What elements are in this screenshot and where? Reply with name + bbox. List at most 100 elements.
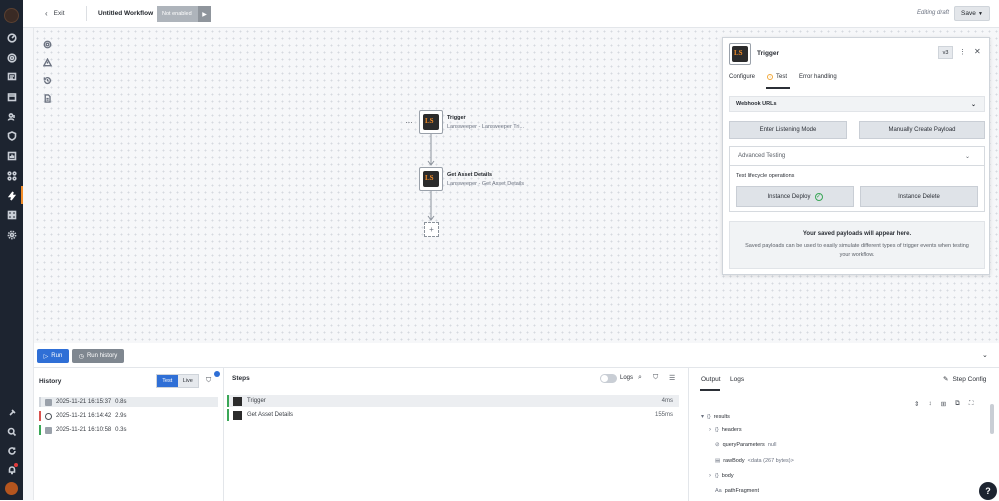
active-tab-indicator [700,389,720,391]
workflow-icon [45,426,52,434]
tree-node-headers[interactable]: ›{} headers [709,427,742,433]
step-row[interactable]: Trigger 4ms [227,395,679,407]
version-selector[interactable]: v3 [938,46,953,59]
app-sidebar [0,0,23,500]
test-live-toggle: Test Live [156,374,199,388]
active-tab-indicator [766,87,790,89]
workflow-title[interactable]: Untitled Workflow [98,10,153,17]
exit-button[interactable]: ‹ Exit [45,9,65,18]
instance-deploy-button[interactable]: Instance Deploy ✓ [736,186,854,207]
steps-panel: Steps Logs ⌕ ⛉ ☰ Trigger 4ms Get Asset D… [224,368,689,501]
chevron-down-icon: ⌄ [964,153,970,160]
settings-icon[interactable] [5,228,18,241]
run-history-button[interactable]: ◷ Run history [72,349,124,363]
editing-status: Editing draft [917,10,950,16]
expand-all-icon[interactable]: ↕ [928,400,931,408]
step-row[interactable]: Get Asset Details 155ms [227,409,679,421]
live-toggle[interactable]: Live [177,375,198,387]
logs-toggle-switch[interactable] [600,374,617,383]
shield-icon[interactable] [5,129,18,142]
history-row[interactable]: 2025-11-21 16:10:58 0.3s [39,425,218,435]
tab-configure[interactable]: Configure [729,74,755,80]
node-more-icon[interactable]: … [405,116,413,125]
tab-output[interactable]: Output [701,376,721,383]
add-step-button[interactable]: + [424,222,439,237]
scrollbar[interactable] [990,404,994,434]
enter-listening-mode-button[interactable]: Enter Listening Mode [729,121,847,139]
messages-icon[interactable] [5,70,18,83]
test-toggle[interactable]: Test [157,375,178,387]
get-asset-details-node[interactable]: Get Asset Details Lansweeper - Get Asset… [419,167,539,193]
calendar-icon[interactable] [5,90,18,103]
settings-tool-icon[interactable] [43,40,53,50]
save-button[interactable]: Save ▼ [954,6,990,21]
tab-test[interactable]: ! Test [767,74,787,80]
apps-icon[interactable] [5,208,18,221]
pin-icon[interactable] [5,406,18,419]
tree-node-results[interactable]: ▾{} results [701,413,730,421]
tree-node-raw-body[interactable]: ▤ rawBody <data (267 bytes)> [709,458,794,464]
logs-toggle-label: Logs [620,375,634,381]
integrations-icon[interactable] [5,169,18,182]
users-icon[interactable] [5,110,18,123]
collapse-chevron-icon[interactable]: ⌄ [982,351,988,359]
instance-delete-button[interactable]: Instance Delete [860,186,978,207]
step-config-button[interactable]: ✎ Step Config [943,375,986,384]
collapse-all-icon[interactable]: ⇕ [914,400,919,408]
list-view-icon[interactable]: ☰ [669,374,675,382]
back-arrow-icon: ‹ [45,9,48,18]
filter-icon[interactable]: ⛉ [653,374,658,382]
warning-circle-icon: ! [767,74,773,80]
tree-node-path-fragment[interactable]: Aa pathFragment [709,488,759,494]
lansweeper-logo-icon [419,110,443,134]
tab-logs[interactable]: Logs [730,376,744,383]
saved-payloads-empty-state: Your saved payloads will appear here. Sa… [729,221,985,269]
fullscreen-icon[interactable]: ⛶ [969,400,974,408]
automation-icon[interactable] [5,189,18,202]
tree-node-query-parameters[interactable]: ⊘ queryParameters null [709,442,776,448]
webhook-urls-section[interactable]: Webhook URLs ⌄ [729,96,985,112]
chevron-down-icon[interactable]: ▼ [978,11,983,17]
history-row[interactable]: 2025-11-21 16:14:42 2.9s [39,411,218,421]
clock-icon: ◷ [78,353,84,360]
copy-icon[interactable]: ⧉ [955,400,960,408]
enable-toggle-icon[interactable]: ▶ [198,6,211,22]
panel-menu-icon[interactable]: ⋮ [959,48,966,56]
monitor-icon[interactable] [5,51,18,64]
close-icon[interactable]: ✕ [974,47,981,56]
tree-node-body[interactable]: ›{} body [709,473,734,479]
app-logo[interactable] [4,8,19,23]
enable-status-badge[interactable]: Not enabled ▶ [157,6,211,22]
reports-icon[interactable] [5,149,18,162]
run-button[interactable]: ▷ Run [37,349,69,363]
lansweeper-logo-icon [419,167,443,191]
output-toolbar: ⇕ ↕ ⊞ ⧉ ⛶ [914,400,973,408]
edit-icon: ✎ [943,376,949,383]
steps-title: Steps [232,375,250,382]
document-icon[interactable] [43,94,53,104]
history-icon[interactable] [43,76,53,86]
notifications-icon[interactable] [5,463,18,476]
filter-icon[interactable]: ⛉ [206,377,211,385]
lansweeper-logo-icon [233,396,242,406]
filter-badge [214,371,220,377]
output-panel: Output Logs ✎ Step Config ⇕ ↕ ⊞ ⧉ ⛶ ▾{} re… [689,368,999,501]
user-avatar[interactable] [5,482,18,495]
refresh-icon[interactable] [5,444,18,457]
search-icon[interactable]: ⌕ [638,374,642,382]
panel-title: Trigger [757,50,780,57]
history-row[interactable]: 2025-11-21 16:15:37 0.8s [39,397,218,407]
divider [86,6,87,21]
target-icon [45,412,52,420]
dashboard-icon[interactable] [5,31,18,44]
lansweeper-logo-icon [729,43,751,65]
tab-error-handling[interactable]: Error handling [799,74,837,80]
canvas-side-strip: › [23,0,34,500]
tree-icon[interactable]: ⊞ [941,400,946,408]
advanced-testing-section[interactable]: Advanced Testing ⌄ [729,146,985,166]
trigger-node[interactable]: Trigger Lansweeper - Lansweeper Tri... [419,110,539,136]
search-icon[interactable] [5,425,18,438]
help-button[interactable]: ? [979,482,997,500]
manually-create-payload-button[interactable]: Manually Create Payload [859,121,985,139]
warning-icon[interactable] [42,57,53,68]
